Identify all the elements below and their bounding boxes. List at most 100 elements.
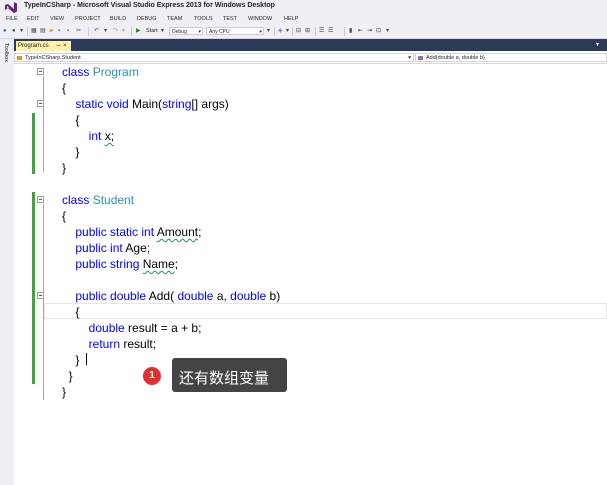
code-line[interactable]: class Program (62, 64, 139, 80)
cut-icon[interactable]: ✂ (76, 27, 81, 35)
code-line[interactable]: } (62, 384, 66, 400)
code-line[interactable]: public string Name; (62, 256, 178, 272)
code-line[interactable]: { (62, 304, 79, 320)
code-line[interactable]: static void Main(string[] args) (62, 96, 228, 112)
menu-help[interactable]: HELP (284, 16, 298, 22)
menu-view[interactable]: VIEW (50, 16, 64, 22)
undo-dropdown-icon[interactable]: ▾ (104, 27, 107, 35)
collapse-icon[interactable] (37, 100, 44, 107)
start-icon[interactable]: ▶ (136, 27, 141, 35)
type-selector[interactable]: TypeInCSharp.Student ▾ (14, 53, 414, 62)
solution-explorer-icon[interactable]: ⊟ (296, 27, 301, 35)
undo-icon[interactable]: ↶ (94, 27, 99, 35)
code-token: } (62, 369, 73, 383)
tab-label: Program.cs (18, 43, 49, 49)
toolbar-overflow-icon[interactable]: ▾ (267, 27, 270, 35)
save-all-icon[interactable]: ▪ (67, 27, 69, 35)
uncomment-icon[interactable]: ☰ (328, 27, 333, 35)
find-dropdown-icon[interactable]: ▾ (286, 27, 289, 35)
code-line[interactable]: public int Age; (62, 240, 150, 256)
toolbar-separator (315, 27, 316, 36)
configuration-select[interactable]: Debug ▾ (169, 27, 203, 35)
member-selector[interactable]: Add(double a, double b) (415, 53, 607, 62)
code-keyword: return (88, 337, 124, 351)
code-line[interactable]: } (62, 144, 79, 160)
chevron-down-icon: ▾ (408, 55, 411, 61)
code-line[interactable]: class Student (62, 192, 134, 208)
platform-select[interactable]: Any CPU ▾ (206, 27, 264, 35)
dropdown-arrow-icon[interactable]: ▾ (20, 27, 23, 35)
start-dropdown-icon[interactable]: ▾ (161, 27, 164, 35)
code-line[interactable]: } (62, 352, 79, 368)
code-token: } (62, 353, 80, 367)
redo-dropdown-icon[interactable]: ▾ (122, 27, 125, 35)
close-icon[interactable]: × (63, 41, 67, 51)
menu-debug[interactable]: DEBUG (137, 16, 157, 22)
navigate-forward-icon[interactable]: ● (12, 27, 16, 35)
comment-icon[interactable]: ☰ (319, 27, 324, 35)
code-keyword: public double (75, 289, 149, 303)
code-keyword: string (162, 97, 192, 111)
menu-file[interactable]: FILE (6, 16, 18, 22)
toolbar-separator (344, 27, 345, 36)
text-caret (86, 353, 87, 365)
code-token: a, (216, 289, 231, 303)
code-line[interactable]: double result = a + b; (62, 320, 202, 336)
code-line[interactable]: public static int Amount; (62, 224, 201, 240)
new-project-icon[interactable]: ▦ (31, 27, 37, 35)
code-keyword: public static int (75, 225, 157, 239)
code-line[interactable]: return result; (62, 336, 156, 352)
navigate-back-icon[interactable]: ● (3, 27, 7, 35)
redo-icon[interactable]: ↷ (113, 27, 118, 35)
code-line[interactable]: int x; (62, 128, 114, 144)
add-item-icon[interactable]: ▤ (40, 27, 46, 35)
previous-bookmark-icon[interactable]: ⇤ (358, 27, 363, 35)
menu-tools[interactable]: TOOLS (194, 16, 213, 22)
toolbox-tab[interactable]: Toolbox (3, 43, 9, 62)
code-line[interactable]: } (62, 368, 73, 384)
menu-team[interactable]: TEAM (167, 16, 182, 22)
open-file-icon[interactable]: ▰ (49, 27, 54, 35)
code-token: ; (174, 257, 179, 271)
bookmark-icon[interactable]: ▮ (349, 27, 352, 35)
method-icon (418, 56, 423, 60)
code-token: { (62, 305, 80, 319)
code-line[interactable]: } (62, 160, 66, 176)
code-token: result; (123, 337, 157, 351)
collapse-icon[interactable] (37, 196, 44, 203)
code-token: b) (269, 289, 281, 303)
menu-window[interactable]: WINDOW (248, 16, 272, 22)
menu-edit[interactable]: EDIT (27, 16, 40, 22)
collapse-icon[interactable] (37, 292, 44, 299)
tab-program-cs[interactable]: Program.cs ⊸ × (16, 41, 71, 51)
menu-build[interactable]: BUILD (110, 16, 126, 22)
find-icon[interactable]: ◈ (278, 27, 283, 35)
toolbar-options-icon[interactable]: ▾ (386, 27, 389, 35)
next-bookmark-icon[interactable]: ⇥ (367, 27, 372, 35)
code-line[interactable]: { (62, 112, 79, 128)
menu-test[interactable]: TEST (223, 16, 237, 22)
clear-bookmarks-icon[interactable]: ⊡ (376, 27, 381, 35)
step-badge: 1 (143, 367, 161, 385)
code-line[interactable]: { (62, 208, 66, 224)
code-line[interactable]: public double Add( double a, double b) (62, 288, 280, 304)
code-keyword: int (88, 129, 105, 143)
outline-guide (43, 76, 44, 172)
properties-icon[interactable]: ⊞ (305, 27, 310, 35)
visual-studio-logo-icon (5, 2, 17, 13)
tab-dropdown-icon[interactable]: ▾ (596, 41, 599, 48)
change-indicator (32, 192, 35, 384)
collapse-icon[interactable] (37, 68, 44, 75)
menu-project[interactable]: PROJECT (75, 16, 101, 22)
code-type-name: Program (92, 65, 139, 79)
pin-icon[interactable]: ⊸ (56, 41, 60, 51)
save-icon[interactable]: ▪ (58, 27, 60, 35)
start-button[interactable]: Start (146, 27, 158, 35)
code-line[interactable]: { (62, 80, 66, 96)
type-selector-value: TypeInCSharp.Student (25, 55, 81, 61)
document-tab-strip (14, 39, 607, 51)
